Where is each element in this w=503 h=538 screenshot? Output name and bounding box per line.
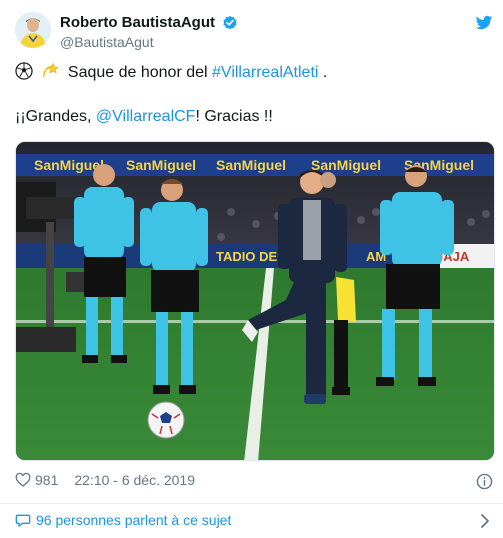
tweet-text-part: Saque de honor del bbox=[67, 64, 213, 81]
tweet-header: Roberto BautistaAgut @BautistaAgut bbox=[15, 12, 493, 52]
author-handle[interactable]: @BautistaAgut bbox=[60, 34, 238, 50]
ad-board-label: SanMiguel bbox=[311, 157, 381, 173]
like-count[interactable]: 981 bbox=[35, 472, 58, 488]
stadium-board-text: TADIO DE bbox=[216, 249, 277, 264]
display-name[interactable]: Roberto BautistaAgut bbox=[60, 14, 215, 31]
ad-board-label: SanMiguel bbox=[126, 157, 196, 173]
twitter-bird-icon[interactable] bbox=[475, 14, 493, 32]
conversation-label[interactable]: 96 personnes parlent à ce sujet bbox=[36, 512, 231, 528]
soccer-ball-icon bbox=[15, 62, 33, 80]
ad-board-label: SanMiguel bbox=[34, 157, 104, 173]
avatar-image bbox=[15, 12, 51, 48]
conversation-link[interactable]: 96 personnes parlent à ce sujet bbox=[15, 512, 495, 532]
avatar[interactable] bbox=[15, 12, 51, 48]
info-icon[interactable] bbox=[476, 473, 493, 490]
heart-icon[interactable] bbox=[15, 472, 31, 488]
football bbox=[147, 401, 185, 439]
tweet-line-2: ¡¡Grandes, @VillarrealCF! Gracias !! bbox=[15, 106, 490, 128]
line-break bbox=[15, 84, 490, 106]
tweet-text: Saque de honor del #VillarrealAtleti . ¡… bbox=[15, 62, 490, 128]
tweet-text-end: ! Gracias !! bbox=[195, 108, 273, 125]
chevron-right-icon[interactable] bbox=[479, 513, 491, 529]
tweet-line-1: Saque de honor del #VillarrealAtleti . bbox=[15, 62, 490, 84]
verified-badge-icon bbox=[223, 15, 238, 30]
tweet-text-end: . bbox=[318, 64, 328, 81]
tweet-meta: 981 22:10 - 6 déc. 2019 bbox=[15, 472, 495, 494]
chat-bubble-icon bbox=[15, 514, 31, 527]
author-names: Roberto BautistaAgut @BautistaAgut bbox=[60, 14, 238, 50]
divider bbox=[0, 503, 503, 504]
stadium-scene: SanMiguel SanMiguel SanMiguel SanMiguel … bbox=[16, 142, 494, 460]
ad-board-label: SanMiguel bbox=[216, 157, 286, 173]
dizzy-star-icon bbox=[43, 62, 60, 78]
tweet-photo[interactable]: SanMiguel SanMiguel SanMiguel SanMiguel … bbox=[15, 141, 495, 461]
timestamp[interactable]: 22:10 - 6 déc. 2019 bbox=[74, 472, 195, 488]
tweet-text-part: ¡¡Grandes, bbox=[15, 108, 96, 125]
hashtag-link[interactable]: #VillarrealAtleti bbox=[212, 64, 318, 81]
tweet-card: Roberto BautistaAgut @BautistaAgut Saque… bbox=[0, 0, 503, 538]
villarreal-shirt bbox=[336, 277, 356, 322]
mention-link[interactable]: @VillarrealCF bbox=[96, 108, 196, 125]
